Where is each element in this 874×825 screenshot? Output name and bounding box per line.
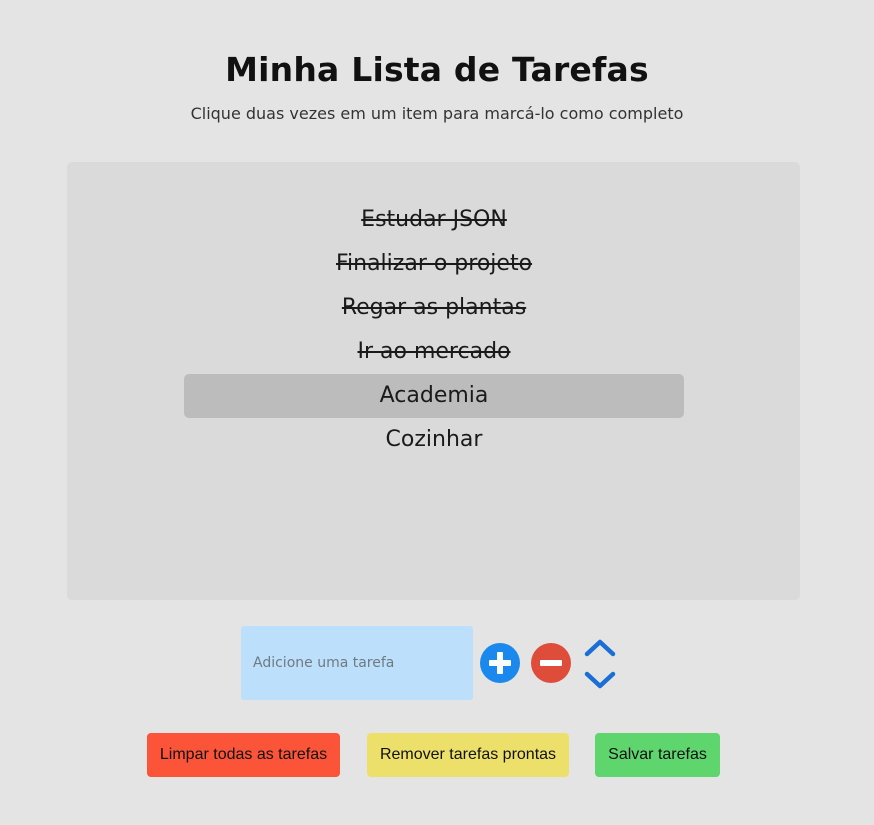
save-tasks-button[interactable]: Salvar tarefas — [595, 733, 720, 777]
chevron-down-icon — [582, 671, 618, 699]
task-item[interactable]: Academia — [184, 374, 684, 418]
plus-circle-icon — [480, 643, 520, 683]
task-item[interactable]: Cozinhar — [184, 418, 684, 462]
task-item[interactable]: Ir ao mercado — [184, 330, 684, 374]
task-list-panel: Estudar JSON Finalizar o projeto Regar a… — [67, 162, 800, 600]
task-list: Estudar JSON Finalizar o projeto Regar a… — [184, 198, 684, 462]
task-item[interactable]: Estudar JSON — [184, 198, 684, 242]
move-down-button[interactable] — [582, 666, 618, 696]
minus-circle-icon — [531, 643, 571, 683]
page-title: Minha Lista de Tarefas — [225, 50, 649, 89]
add-task-button[interactable] — [480, 643, 520, 683]
chevron-up-icon — [582, 639, 618, 665]
move-up-button[interactable] — [582, 632, 618, 662]
add-task-input[interactable] — [241, 626, 473, 700]
remove-completed-tasks-button[interactable]: Remover tarefas prontas — [367, 733, 569, 777]
task-item[interactable]: Regar as plantas — [184, 286, 684, 330]
page-subtitle: Clique duas vezes em um item para marcá-… — [190, 104, 684, 123]
task-item[interactable]: Finalizar o projeto — [184, 242, 684, 286]
clear-all-tasks-button[interactable]: Limpar todas as tarefas — [147, 733, 340, 777]
remove-task-button[interactable] — [531, 643, 571, 683]
